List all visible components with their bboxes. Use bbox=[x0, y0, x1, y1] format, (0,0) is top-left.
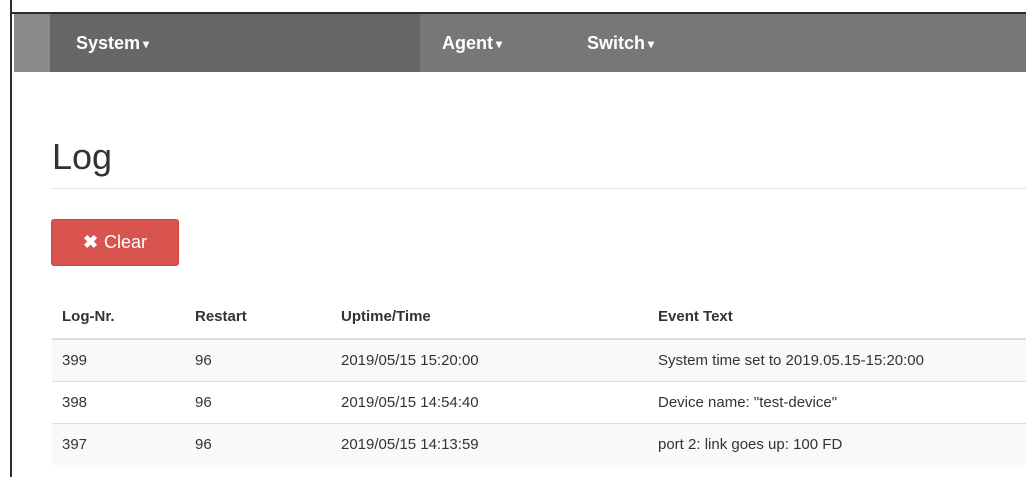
cell-log-nr: 397 bbox=[52, 422, 185, 465]
nav-menu-agent[interactable]: Agent ▾ bbox=[420, 14, 556, 72]
nav-menu-switch[interactable]: Switch ▾ bbox=[556, 14, 956, 72]
caret-down-icon: ▾ bbox=[496, 37, 503, 51]
cell-log-nr: 398 bbox=[52, 380, 185, 423]
cell-event-text: System time set to 2019.05.15-15:20:00 bbox=[648, 338, 1026, 381]
column-header-event-text: Event Text bbox=[648, 295, 1026, 340]
clear-x-icon: ✖ bbox=[82, 232, 99, 252]
column-header-restart: Restart bbox=[185, 295, 331, 340]
nav-menu-switch-label: Switch bbox=[587, 33, 646, 53]
table-header-row: Log-Nr. Restart Uptime/Time Event Text bbox=[52, 295, 1026, 340]
log-table: Log-Nr. Restart Uptime/Time Event Text 3… bbox=[52, 295, 1026, 465]
table-row: 397 96 2019/05/15 14:13:59 port 2: link … bbox=[52, 422, 1026, 465]
nav-menu-system-label: System bbox=[76, 33, 141, 53]
cell-log-nr: 399 bbox=[52, 338, 185, 381]
cell-uptime-time: 2019/05/15 14:54:40 bbox=[331, 380, 648, 423]
page-title: Log bbox=[52, 136, 113, 177]
top-navbar: System ▾ Agent ▾ Switch ▾ bbox=[14, 14, 1026, 72]
table-row: 399 96 2019/05/15 15:20:00 System time s… bbox=[52, 338, 1026, 381]
nav-menu-system[interactable]: System ▾ bbox=[50, 14, 420, 72]
column-header-uptime-time: Uptime/Time bbox=[331, 295, 648, 340]
clear-log-button[interactable]: ✖ Clear bbox=[51, 219, 179, 266]
navbar-accent bbox=[14, 14, 50, 72]
cell-restart: 96 bbox=[185, 380, 331, 423]
caret-down-icon: ▾ bbox=[143, 37, 150, 51]
table-row: 398 96 2019/05/15 14:54:40 Device name: … bbox=[52, 380, 1026, 423]
window-frame-left bbox=[0, 0, 12, 477]
nav-menu-agent-label: Agent bbox=[442, 33, 493, 53]
cell-uptime-time: 2019/05/15 14:13:59 bbox=[331, 422, 648, 465]
title-divider bbox=[52, 188, 1026, 189]
caret-down-icon: ▾ bbox=[648, 37, 655, 51]
column-header-log-nr: Log-Nr. bbox=[52, 295, 185, 340]
cell-restart: 96 bbox=[185, 338, 331, 381]
window-frame-top bbox=[12, 0, 1026, 14]
cell-restart: 96 bbox=[185, 422, 331, 465]
clear-button-label: Clear bbox=[104, 232, 148, 252]
cell-uptime-time: 2019/05/15 15:20:00 bbox=[331, 338, 648, 381]
cell-event-text: Device name: "test-device" bbox=[648, 380, 1026, 423]
cell-event-text: port 2: link goes up: 100 FD bbox=[648, 422, 1026, 465]
